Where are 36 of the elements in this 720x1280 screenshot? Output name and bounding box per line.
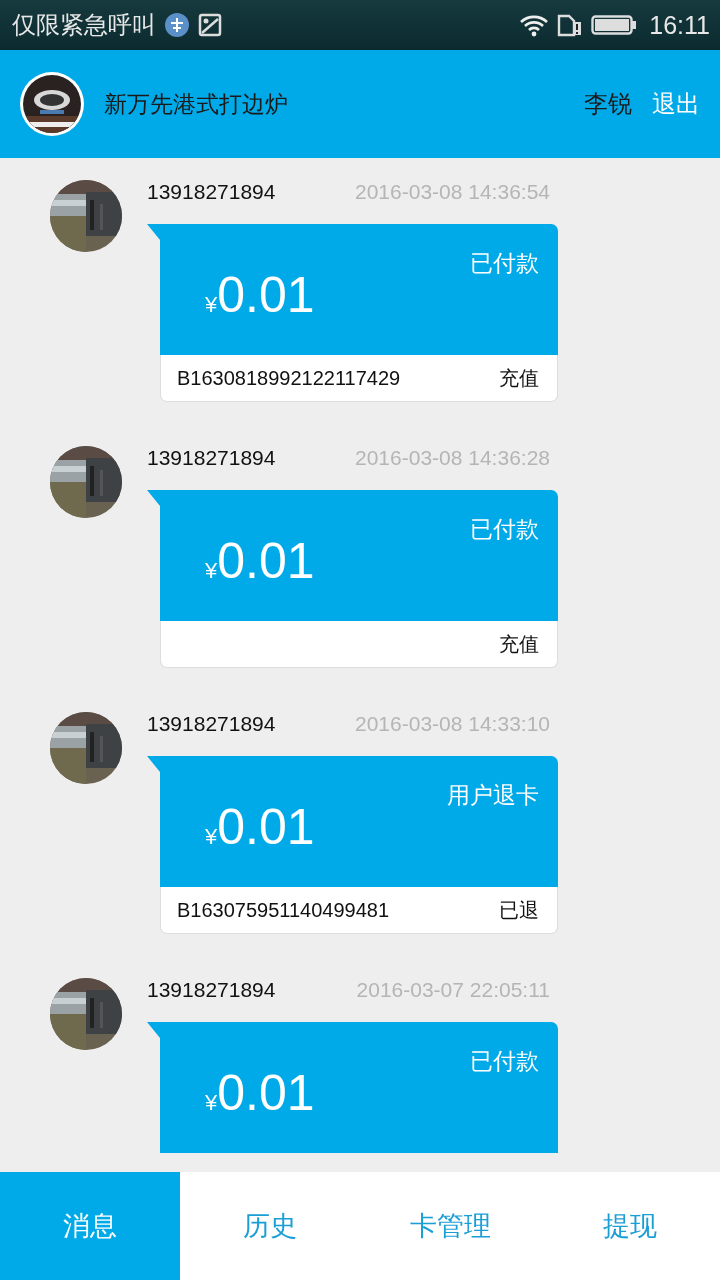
- currency-symbol: ¥: [205, 292, 218, 318]
- currency-symbol: ¥: [205, 558, 218, 584]
- currency-symbol: ¥: [205, 1090, 218, 1116]
- logout-link[interactable]: 退出: [652, 88, 700, 120]
- order-number: B1630818992122117429: [177, 366, 401, 390]
- shop-name: 新万先港式打边炉: [104, 89, 288, 119]
- phone-number: 13918271894: [147, 712, 276, 736]
- transaction-type: 充值: [499, 630, 539, 658]
- clock-text: 16:11: [649, 10, 710, 40]
- phone-number: 13918271894: [147, 180, 276, 204]
- currency-symbol: ¥: [205, 824, 218, 850]
- message-time: 2016-03-08 14:33:10: [355, 712, 550, 736]
- phone-number: 13918271894: [147, 446, 276, 470]
- transaction-type: 充值: [499, 364, 539, 392]
- phone-number: 13918271894: [147, 978, 276, 1002]
- nav-tab[interactable]: 消息: [0, 1172, 180, 1280]
- message-time: 2016-03-08 14:36:54: [355, 180, 550, 204]
- payment-status: 用户退卡: [447, 781, 539, 810]
- payment-status: 已付款: [470, 1047, 539, 1076]
- user-name: 李锐: [584, 89, 632, 120]
- amount-text: 0.01: [217, 532, 315, 590]
- payment-status: 已付款: [470, 515, 539, 544]
- battery-icon: [591, 13, 638, 37]
- wifi-icon: [519, 13, 550, 37]
- notification-text: 仅限紧急呼叫: [12, 10, 156, 41]
- message-time: 2016-03-08 14:36:28: [355, 446, 550, 470]
- amount-text: 0.01: [217, 798, 315, 856]
- payment-status: 已付款: [470, 249, 539, 278]
- order-number: B163075951140499481: [177, 898, 390, 922]
- image-icon: [198, 13, 222, 37]
- amount-text: 0.01: [217, 1064, 315, 1122]
- sim-alert-icon: [557, 13, 584, 37]
- message-time: 2016-03-07 22:05:11: [356, 978, 550, 1002]
- app-icon: [164, 12, 190, 38]
- transaction-type: 已退: [499, 896, 539, 924]
- amount-text: 0.01: [217, 266, 315, 324]
